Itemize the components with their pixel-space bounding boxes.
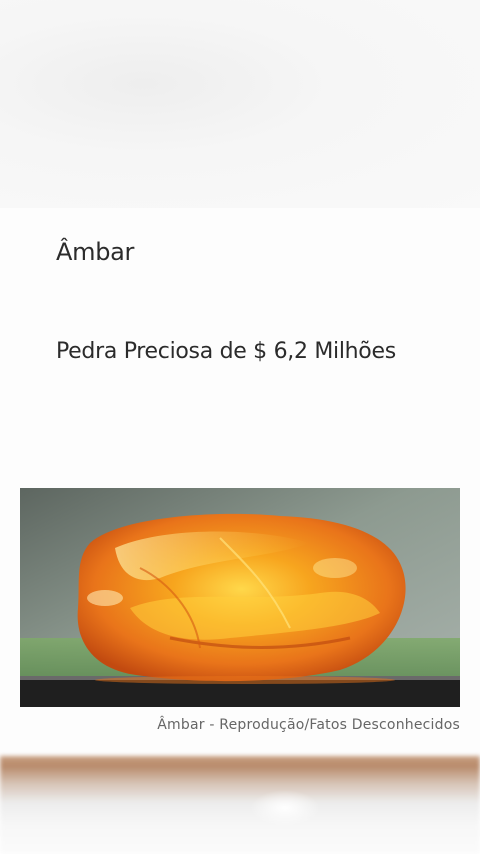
blurred-highlight	[250, 790, 320, 826]
amber-photo	[20, 488, 460, 707]
article-title: Âmbar	[56, 238, 135, 266]
blurred-background-top	[0, 0, 480, 210]
blurred-background-bottom	[0, 756, 480, 854]
article-subtitle: Pedra Preciosa de $ 6,2 Milhões	[56, 339, 396, 364]
photo-caption: Âmbar - Reprodução/Fatos Desconhecidos	[157, 717, 460, 733]
story-frame: Âmbar Pedra Preciosa de $ 6,2 Milhões Âm…	[0, 0, 480, 854]
